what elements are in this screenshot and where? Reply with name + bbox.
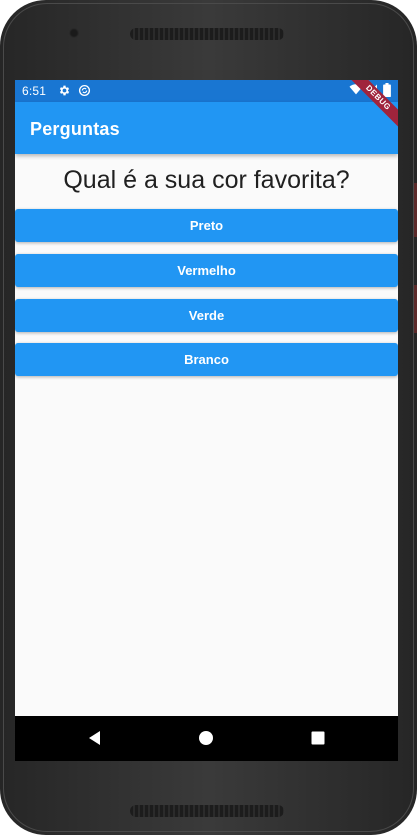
signal-icon bbox=[366, 83, 378, 99]
answer-button-verde[interactable]: Verde bbox=[15, 299, 398, 332]
answer-button-vermelho[interactable]: Vermelho bbox=[15, 254, 398, 287]
screen: 6:51 Perguntas DEBUG Qual é a sua cor fa… bbox=[15, 80, 398, 761]
recents-icon[interactable] bbox=[310, 730, 326, 751]
phone-frame: 6:51 Perguntas DEBUG Qual é a sua cor fa… bbox=[0, 0, 417, 835]
top-speaker bbox=[130, 28, 284, 40]
wifi-icon bbox=[349, 83, 363, 99]
app-title: Perguntas bbox=[30, 119, 120, 139]
answer-button-preto[interactable]: Preto bbox=[15, 209, 398, 242]
app-bar: Perguntas bbox=[15, 102, 398, 154]
back-icon[interactable] bbox=[87, 730, 103, 751]
front-camera bbox=[69, 28, 79, 38]
bottom-speaker bbox=[130, 805, 284, 817]
status-time: 6:51 bbox=[22, 84, 47, 98]
answer-button-branco[interactable]: Branco bbox=[15, 343, 398, 376]
settings-icon bbox=[58, 84, 71, 100]
sync-icon bbox=[78, 84, 91, 100]
home-icon[interactable] bbox=[198, 730, 214, 751]
status-bar: 6:51 bbox=[15, 80, 398, 102]
navigation-bar bbox=[15, 716, 398, 761]
question-text: Qual é a sua cor favorita? bbox=[63, 166, 350, 194]
battery-icon bbox=[383, 83, 391, 100]
